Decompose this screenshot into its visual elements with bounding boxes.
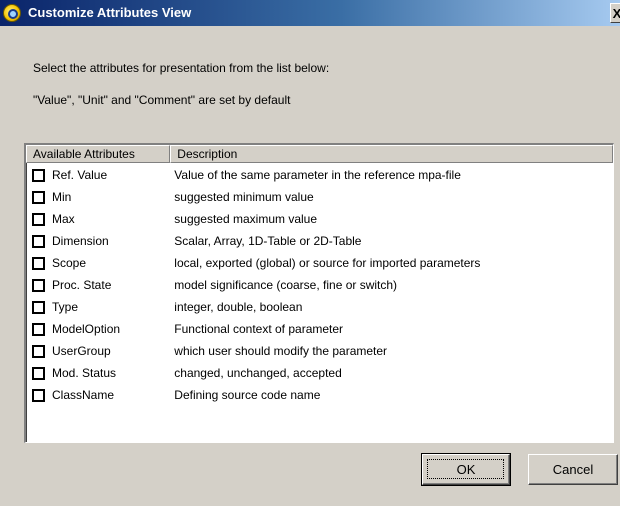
list-item[interactable]: Dimension Scalar, Array, 1D-Table or 2D-T… [26,230,613,252]
list-item[interactable]: ClassName Defining source code name [26,384,613,406]
attribute-checkbox[interactable] [32,190,45,204]
cancel-button-label: Cancel [552,462,594,477]
attribute-label: Ref. Value [52,168,108,182]
column-header-available-attributes[interactable]: Available Attributes [26,145,171,163]
list-item[interactable]: Scope local, exported (global) or source … [26,252,613,274]
attribute-cell: Min [26,190,170,204]
attribute-cell: UserGroup [26,344,170,358]
list-item[interactable]: Min suggested minimum value [26,186,613,208]
column-header-description[interactable]: Description [170,145,613,163]
attribute-description: changed, unchanged, accepted [174,366,342,380]
attribute-cell: Ref. Value [26,168,170,182]
attribute-checkbox[interactable] [32,278,45,292]
list-rows: Ref. Value Value of the same parameter in… [26,163,613,406]
list-item[interactable]: Type integer, double, boolean [26,296,613,318]
attribute-label: ModelOption [52,322,121,336]
attributes-list[interactable]: Available Attributes Description Ref. Va… [24,143,614,443]
attribute-checkbox[interactable] [32,388,45,402]
list-item[interactable]: UserGroup which user should modify the pa… [26,340,613,362]
attribute-description: which user should modify the parameter [174,344,388,358]
attribute-label: Type [52,300,79,314]
attribute-label: Scope [52,256,87,270]
attribute-label: UserGroup [52,344,111,358]
list-item[interactable]: Mod. Status changed, unchanged, accepted [26,362,613,384]
list-header: Available Attributes Description [26,145,613,163]
attribute-label: Max [52,212,75,226]
list-item[interactable]: Ref. Value Value of the same parameter in… [26,164,613,186]
attribute-checkbox[interactable] [32,366,45,380]
attribute-cell: Type [26,300,170,314]
attribute-cell: Proc. State [26,278,170,292]
default-attributes-note: "Value", "Unit" and "Comment" are set by… [33,93,291,107]
cancel-button[interactable]: Cancel [528,454,618,485]
instruction-text: Select the attributes for presentation f… [33,61,330,75]
attribute-checkbox[interactable] [32,344,45,358]
close-button[interactable]: X [610,3,620,23]
attribute-description: integer, double, boolean [174,300,303,314]
attribute-description: suggested minimum value [174,190,314,204]
attribute-cell: ModelOption [26,322,170,336]
ok-button[interactable]: OK [421,453,511,486]
attribute-label: Mod. Status [52,366,117,380]
attribute-checkbox[interactable] [32,234,45,248]
attribute-label: Dimension [52,234,109,248]
attribute-cell: ClassName [26,388,170,402]
attribute-checkbox[interactable] [32,212,45,226]
list-item[interactable]: Max suggested maximum value [26,208,613,230]
list-item[interactable]: ModelOption Functional context of paramet… [26,318,613,340]
attribute-checkbox[interactable] [32,256,45,270]
attribute-cell: Mod. Status [26,366,170,380]
app-logo-icon [3,4,21,22]
attribute-cell: Dimension [26,234,170,248]
attribute-description: Value of the same parameter in the refer… [174,168,461,182]
attribute-cell: Scope [26,256,170,270]
attribute-description: local, exported (global) or source for i… [174,256,481,270]
window-title: Customize Attributes View [28,5,192,20]
title-bar[interactable]: Customize Attributes View X [0,0,620,26]
attribute-checkbox[interactable] [32,300,45,314]
attribute-description: suggested maximum value [174,212,318,226]
attribute-description: Scalar, Array, 1D-Table or 2D-Table [174,234,362,248]
attribute-label: Min [52,190,72,204]
attribute-description: model significance (coarse, fine or swit… [174,278,398,292]
attribute-label: ClassName [52,388,115,402]
attribute-description: Defining source code name [174,388,321,402]
attribute-checkbox[interactable] [32,322,45,336]
attribute-cell: Max [26,212,170,226]
focus-rectangle [427,459,504,479]
attribute-checkbox[interactable] [32,168,45,182]
attribute-description: Functional context of parameter [174,322,344,336]
list-item[interactable]: Proc. State model significance (coarse, f… [26,274,613,296]
attribute-label: Proc. State [52,278,112,292]
